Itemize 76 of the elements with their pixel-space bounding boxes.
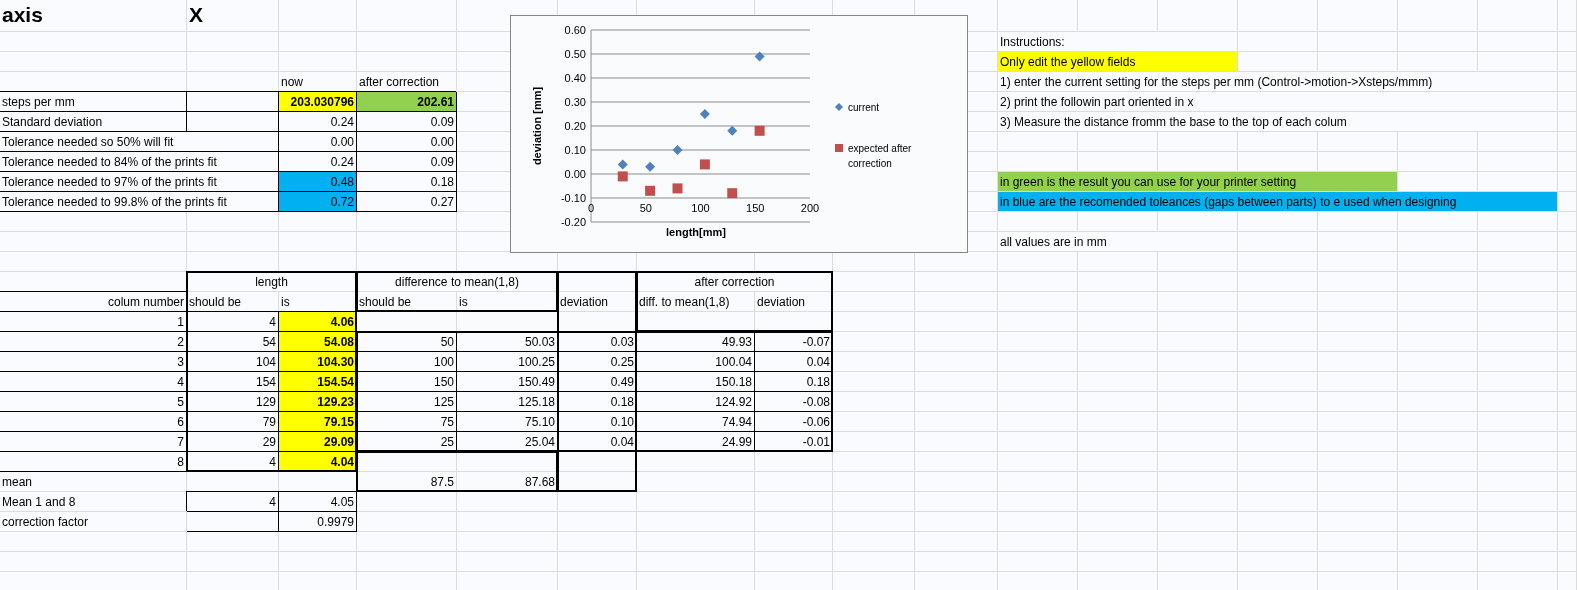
table-cell: 0.72 [279,192,357,212]
axis-title: length[mm] [666,226,726,238]
axis-tick-label: 50 [639,202,652,214]
table-cell: 202.61 [357,92,457,112]
axis-title: deviation [mm] [531,86,543,166]
row-label: Tolerance needed so 50% will fit [0,132,279,152]
table-cell: 129.23 [279,392,357,412]
data-point [727,125,738,136]
row-label: Tolerance needed to 84% of the prints fit [0,152,279,172]
table-cell: 0.18 [357,172,457,192]
row-label: correction factor [0,512,187,532]
table-cell: 49.93 [637,332,755,352]
table-cell: 150.18 [637,372,755,392]
table-cell: 154.54 [279,372,357,392]
axis-tick-label: 0.10 [564,144,586,156]
table-cell: 4.05 [279,492,357,512]
table-cell: 124.92 [637,392,755,412]
table-cell: 54 [187,332,279,352]
data-point [699,109,710,119]
row-label: Tolerance needed to 97% of the prints fit [0,172,279,192]
table-cell: 79 [187,412,279,432]
note-text: in green is the result you can use for your printer setting [998,172,1398,192]
table-cell: 129 [187,392,279,412]
table-cell: 29.09 [279,432,357,452]
table-cell: 125 [357,392,457,412]
axis-tick-label: 0.50 [564,48,586,60]
table-cell: 29 [187,432,279,452]
table-cell: 104 [187,352,279,372]
table-cell: 54.08 [279,332,357,352]
data-point [699,159,710,170]
data-point [754,51,765,62]
table-cell: 0.09 [357,152,457,172]
table-cell: 203.030796 [279,92,357,112]
table-cell: 100.04 [637,352,755,372]
axis-tick-label: 0.60 [564,24,586,36]
data-point [672,145,683,155]
data-point [617,159,628,170]
table-cell: 0.27 [357,192,457,212]
table-cell: 74.94 [637,412,755,432]
data-point [645,185,656,196]
axis-tick-label: 0.40 [564,72,586,84]
table-cell: 0.09 [357,112,457,132]
table-cell: 100 [357,352,457,372]
table-cell: 0.9979 [279,512,357,532]
row-label: Mean 1 and 8 [0,492,187,512]
legend-label: expected after correction [848,143,912,169]
axis-tick-label: 100 [691,202,710,214]
data-point [617,171,628,182]
table-cell: 75 [357,412,457,432]
data-point [672,183,683,194]
axis-tick-label: 0.00 [564,168,586,180]
axis-tick-label: -0.20 [560,216,586,228]
data-point [727,188,738,199]
instruction-text: Only edit the yellow fields [998,52,1238,72]
table-cell: 0.24 [279,152,357,172]
table-cell: 4.06 [279,312,357,332]
table-cell: 0.24 [279,112,357,132]
table-cell: 0.48 [279,172,357,192]
table-cell: 0.00 [357,132,457,152]
axis-tick-label: 150 [746,202,765,214]
table-cell: 154 [187,372,279,392]
data-point [645,161,656,172]
note-text: in blue are the recomended toleances (gaps between parts) to e used when designing [998,192,1558,212]
table-cell: 4 [187,312,279,332]
table-cell: 104.30 [279,352,357,372]
axis-tick-label: 0 [587,202,595,214]
table-cell: 79.15 [279,412,357,432]
legend-label: current [848,102,880,113]
axis-tick-label: 0.20 [564,120,586,132]
axis-tick-label: 0.30 [564,96,586,108]
row-label: Tolerance needed to 99.8% of the prints fit [0,192,279,212]
table-cell: 150 [357,372,457,392]
table-cell: 0.00 [279,132,357,152]
data-point [754,125,765,136]
axis-tick-label: 200 [800,202,820,214]
axis-tick-label: -0.10 [560,192,586,204]
